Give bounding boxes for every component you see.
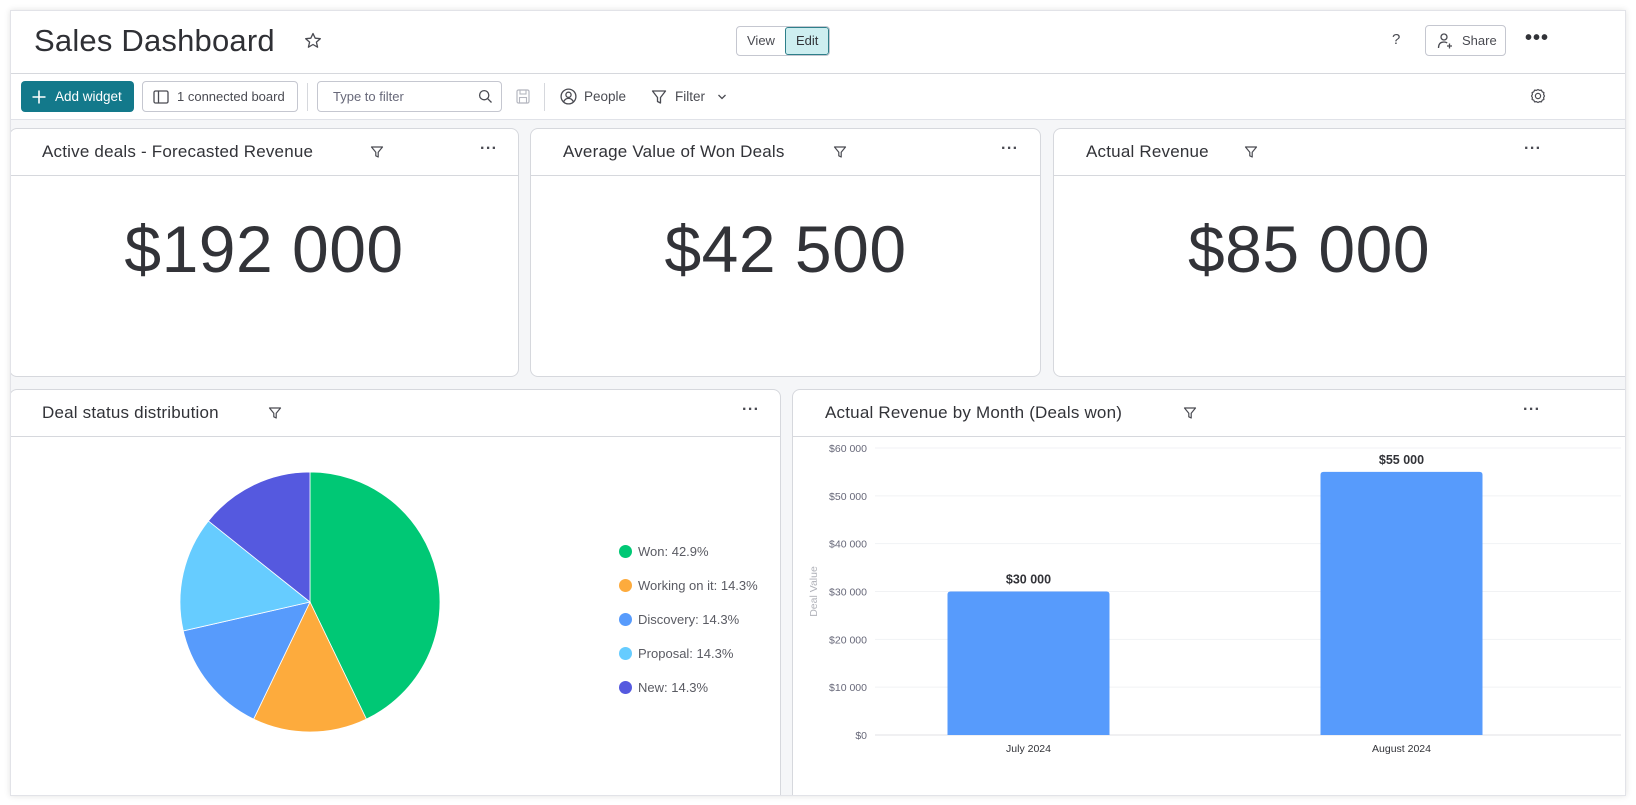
- y-tick-label: $60 000: [829, 443, 867, 455]
- y-tick-label: $0: [855, 730, 867, 742]
- edit-mode-button[interactable]: Edit: [784, 27, 830, 55]
- toolbar: Add widget 1 connected board Type to fil…: [11, 74, 1625, 120]
- pie-legend: Won: 42.9% Working on it: 14.3% Discovery:…: [619, 534, 758, 704]
- bar[interactable]: [1320, 471, 1483, 735]
- widget-forecasted-revenue: Active deals - Forecasted Revenue ··· $1…: [11, 128, 519, 377]
- board-panel-icon: [153, 89, 169, 104]
- view-mode-button[interactable]: View: [737, 27, 785, 55]
- x-tick-label: August 2024: [1372, 743, 1431, 755]
- widget-more-icon[interactable]: ···: [1001, 140, 1018, 158]
- legend-label: Working on it: 14.3%: [638, 577, 758, 593]
- connected-boards-label: 1 connected board: [177, 89, 285, 104]
- legend-item[interactable]: Working on it: 14.3%: [619, 568, 758, 602]
- widget-title: Average Value of Won Deals: [563, 142, 785, 161]
- legend-item[interactable]: Won: 42.9%: [619, 534, 758, 568]
- widget-header: Average Value of Won Deals ···: [531, 129, 1040, 176]
- y-tick-label: $20 000: [829, 634, 867, 646]
- plus-icon: [32, 90, 46, 103]
- filter-search-box: [317, 81, 502, 112]
- bar-value-label: $30 000: [1006, 573, 1051, 587]
- y-tick-label: $50 000: [829, 491, 867, 503]
- widget-header: Actual Revenue by Month (Deals won) ···: [793, 390, 1625, 437]
- widget-filter-icon[interactable]: [268, 406, 282, 420]
- view-edit-toggle: View Edit: [736, 26, 831, 56]
- y-tick-label: $10 000: [829, 682, 867, 694]
- y-tick-label: $40 000: [829, 539, 867, 551]
- legend-label: Proposal: 14.3%: [638, 645, 734, 661]
- filter-label: Filter: [675, 89, 705, 104]
- page-title: Sales Dashboard: [34, 23, 275, 58]
- people-filter-button[interactable]: People: [560, 81, 626, 112]
- widget-filter-icon[interactable]: [370, 145, 384, 159]
- favorite-star-icon[interactable]: [303, 31, 323, 51]
- dashboard-header: Sales Dashboard View Edit ? Share •••: [11, 11, 1625, 74]
- legend-color-dot: [619, 680, 632, 694]
- widget-more-icon[interactable]: ···: [1523, 401, 1540, 419]
- widget-filter-icon[interactable]: [1183, 406, 1197, 420]
- filter-input[interactable]: [333, 82, 483, 111]
- share-label: Share: [1462, 33, 1497, 48]
- y-tick-label: $30 000: [829, 587, 867, 599]
- widget-deal-status-distribution: Deal status distribution ··· Won: 42.9% W…: [11, 389, 781, 795]
- widget-average-won-deals: Average Value of Won Deals ··· $42 500: [530, 128, 1041, 377]
- bar[interactable]: [947, 591, 1110, 736]
- widget-revenue-by-month: Actual Revenue by Month (Deals won) ··· …: [792, 389, 1625, 795]
- legend-color-dot: [619, 578, 632, 592]
- widget-filter-icon[interactable]: [1244, 145, 1258, 159]
- widget-header: Actual Revenue ···: [1054, 129, 1625, 176]
- connected-boards-button[interactable]: 1 connected board: [142, 81, 298, 112]
- legend-item[interactable]: Proposal: 14.3%: [619, 636, 758, 670]
- widget-title: Active deals - Forecasted Revenue: [42, 142, 314, 161]
- legend-label: Discovery: 14.3%: [638, 611, 740, 627]
- add-widget-button[interactable]: Add widget: [21, 81, 134, 112]
- search-icon[interactable]: [478, 89, 493, 104]
- widget-more-icon[interactable]: ···: [1524, 140, 1541, 158]
- people-label: People: [584, 89, 627, 104]
- widget-title: Actual Revenue: [1086, 142, 1209, 161]
- settings-gear-icon[interactable]: [1529, 87, 1547, 105]
- metric-value: $42 500: [664, 212, 907, 286]
- bar-value-label: $55 000: [1379, 453, 1424, 467]
- filter-icon: [651, 89, 667, 104]
- more-options-icon[interactable]: •••: [1525, 27, 1549, 50]
- widget-header: Deal status distribution ···: [11, 390, 780, 437]
- person-circle-icon: [560, 88, 577, 105]
- widget-filter-icon[interactable]: [833, 145, 847, 159]
- share-button[interactable]: Share: [1425, 25, 1506, 56]
- help-button[interactable]: ?: [1392, 31, 1400, 48]
- legend-color-dot: [619, 544, 632, 558]
- legend-item[interactable]: New: 14.3%: [619, 670, 758, 704]
- add-widget-label: Add widget: [55, 89, 122, 104]
- widget-more-icon[interactable]: ···: [742, 401, 759, 419]
- y-axis-label: Deal Value: [808, 566, 820, 617]
- legend-item[interactable]: Discovery: 14.3%: [619, 602, 758, 636]
- legend-label: Won: 42.9%: [638, 543, 709, 559]
- bar-chart: $0 $10 000 $20 000 $30 000 $40 000 $50 000 $60…: [808, 443, 1621, 755]
- filter-button[interactable]: Filter: [651, 81, 727, 112]
- widget-header: Active deals - Forecasted Revenue ···: [11, 129, 518, 176]
- widget-title: Actual Revenue by Month (Deals won): [825, 403, 1123, 422]
- metric-value: $192 000: [124, 212, 404, 286]
- toolbar-divider: [544, 83, 545, 111]
- metric-value: $85 000: [1187, 212, 1431, 286]
- save-view-icon[interactable]: [516, 89, 530, 104]
- add-person-icon: [1437, 32, 1452, 48]
- legend-label: New: 14.3%: [638, 679, 709, 695]
- widget-actual-revenue: Actual Revenue ··· $85 000: [1053, 128, 1625, 377]
- widget-title: Deal status distribution: [42, 403, 219, 422]
- x-tick-label: July 2024: [1006, 743, 1051, 755]
- chevron-down-icon[interactable]: [717, 93, 727, 101]
- legend-color-dot: [619, 646, 632, 660]
- legend-color-dot: [619, 612, 632, 626]
- dashboard-window: Sales Dashboard View Edit ? Share ••• Ad…: [10, 10, 1626, 796]
- widget-more-icon[interactable]: ···: [480, 140, 497, 158]
- toolbar-divider: [307, 83, 308, 111]
